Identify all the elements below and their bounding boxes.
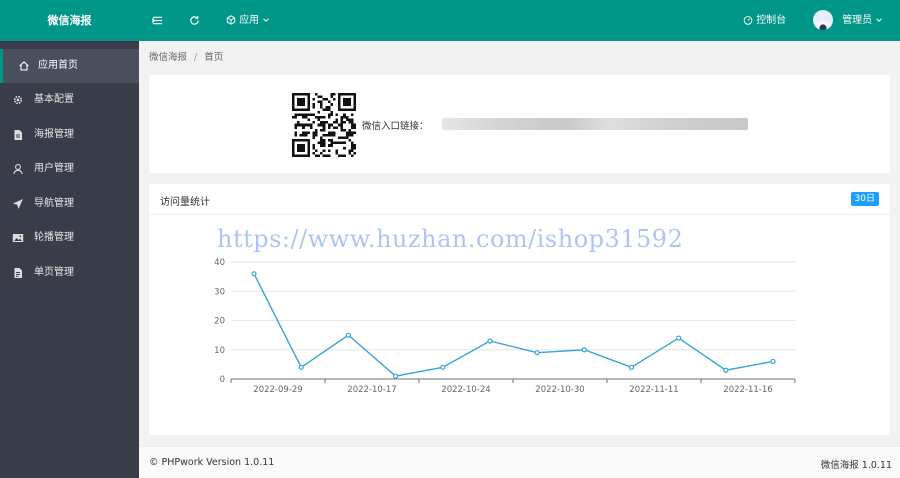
data-point	[770, 358, 776, 365]
home-icon	[19, 61, 29, 71]
sidebar-item-label: 轮播管理	[34, 232, 74, 243]
sidebar-item-label: 基本配置	[34, 94, 74, 105]
dashboard-icon	[743, 16, 753, 25]
sidebar: 应用首页 基本配置 海报管理 用户管理 导航管理 轮播管理 单页管理	[0, 41, 139, 478]
data-point	[440, 364, 446, 370]
data-point	[581, 347, 587, 353]
visit-stats-card: 访问量统计 30日 0 10 20 30 40 2022-09-29 2022-10-17 2…	[149, 184, 890, 435]
sidebar-item-basic-config[interactable]: 基本配置	[0, 83, 139, 117]
app-menu-label: 应用	[239, 15, 260, 26]
sidebar-item-label: 用户管理	[34, 163, 74, 174]
sidebar-item-users[interactable]: 用户管理	[0, 152, 139, 186]
y-tick-label: 20	[214, 317, 225, 327]
data-point	[345, 332, 351, 338]
menu-toggle-button[interactable]	[152, 0, 163, 41]
sidebar-item-label: 单页管理	[34, 267, 74, 278]
x-tick-label: 2022-11-16	[723, 385, 772, 395]
data-point	[534, 350, 540, 356]
y-tick-label: 10	[214, 346, 225, 356]
range-badge: 30日	[850, 192, 879, 206]
x-tick-label: 2022-10-17	[347, 385, 396, 395]
visit-stats-title: 访问量统计	[160, 197, 210, 208]
refresh-button[interactable]	[189, 0, 200, 41]
sidebar-item-navigation[interactable]: 导航管理	[0, 187, 139, 221]
x-tick-label: 2022-10-30	[535, 385, 584, 395]
sidebar-item-carousel[interactable]: 轮播管理	[0, 221, 139, 255]
data-point	[676, 335, 682, 341]
breadcrumb-separator: /	[194, 52, 198, 63]
data-point	[392, 373, 399, 379]
entry-link-redacted[interactable]	[442, 118, 748, 130]
brand-title: 微信海报	[47, 14, 92, 27]
data-point	[628, 364, 635, 370]
menu-icon	[152, 16, 163, 24]
watermark-text: https://www.huzhan.com/ishop31592	[217, 225, 684, 253]
data-point	[723, 367, 729, 373]
x-tick-label: 2022-10-24	[441, 385, 490, 395]
y-tick-label: 0	[220, 375, 225, 385]
sidebar-item-label: 海报管理	[34, 129, 74, 140]
series-line	[253, 273, 774, 377]
user-avatar-icon	[813, 20, 833, 30]
sidebar-item-label: 导航管理	[34, 198, 74, 209]
chevron-down-icon	[876, 18, 883, 22]
refresh-icon	[190, 15, 199, 25]
console-label: 控制台	[756, 15, 787, 26]
user-name: 管理员	[842, 15, 873, 26]
breadcrumb-item[interactable]: 微信海报	[149, 52, 187, 63]
data-point	[487, 338, 493, 344]
avatar	[813, 10, 833, 30]
footer: © PHPwork Version 1.0.11 微信海报 1.0.11	[139, 446, 900, 478]
sidebar-item-label: 应用首页	[38, 60, 78, 71]
entry-link-label: 微信入口链接：	[362, 121, 429, 132]
footer-version: © PHPwork Version 1.0.11	[149, 457, 275, 468]
y-tick-label: 30	[214, 287, 225, 297]
breadcrumb-item-current: 首页	[204, 52, 224, 63]
console-link[interactable]: 控制台	[743, 0, 786, 41]
chevron-down-icon	[263, 18, 270, 22]
sidebar-item-posters[interactable]: 海报管理	[0, 118, 139, 152]
x-tick-label: 2022-09-29	[253, 385, 302, 395]
navigation-icon	[13, 199, 23, 209]
file-icon	[14, 130, 22, 140]
x-tick-label: 2022-11-11	[629, 385, 678, 395]
footer-app-version: 微信海报 1.0.11	[820, 460, 892, 471]
cube-icon	[226, 15, 236, 25]
app-menu-button[interactable]: 应用	[226, 0, 270, 41]
image-icon	[12, 234, 24, 242]
data-point	[251, 271, 257, 277]
y-tick-label: 40	[214, 258, 225, 268]
top-bar: 微信海报 应用 控制台 管理员	[0, 0, 900, 41]
user-menu[interactable]: 管理员	[813, 0, 883, 41]
qr-code	[292, 93, 356, 157]
user-icon	[13, 164, 23, 175]
sidebar-item-home[interactable]: 应用首页	[0, 49, 139, 83]
entry-link-card: 微信入口链接：	[149, 75, 890, 173]
data-point	[298, 364, 304, 370]
sidebar-item-pages[interactable]: 单页管理	[0, 256, 139, 290]
visit-stats-header: 访问量统计 30日	[149, 184, 890, 215]
gear-icon	[13, 95, 23, 105]
breadcrumb: 微信海报 / 首页	[149, 50, 223, 66]
page-icon	[14, 268, 22, 278]
